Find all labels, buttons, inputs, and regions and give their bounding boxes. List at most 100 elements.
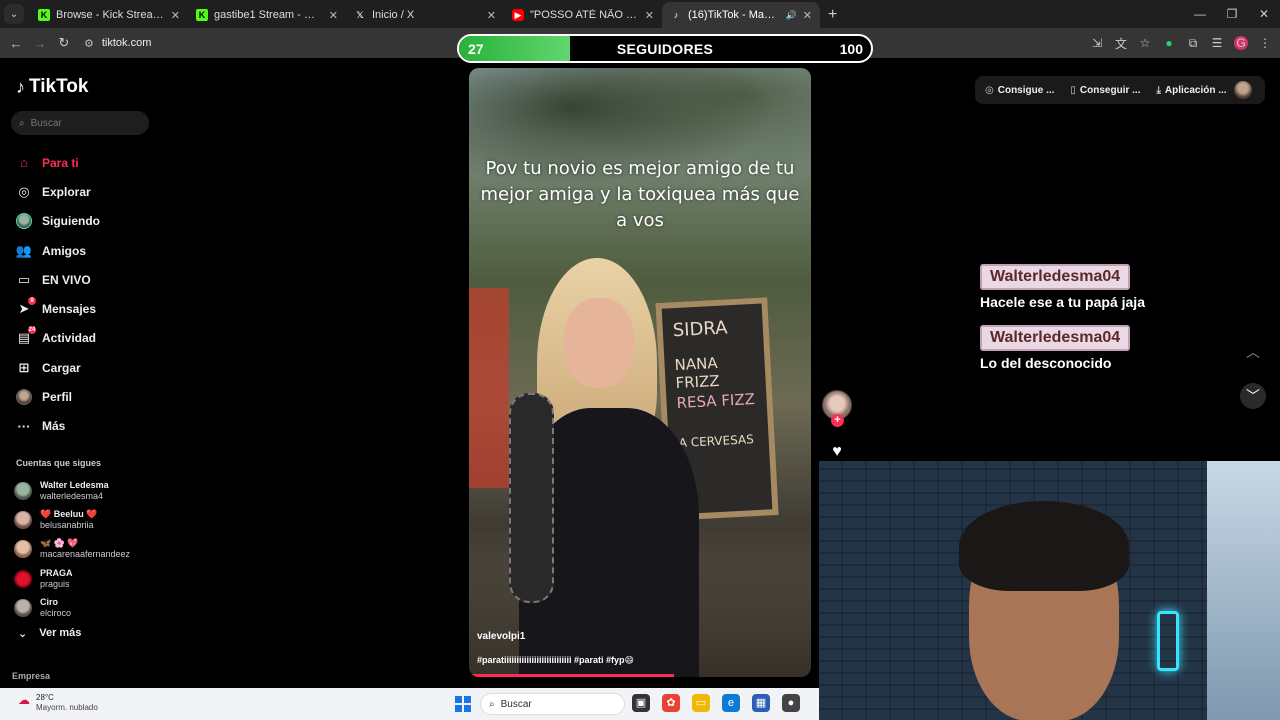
sidebar-item-mensajes[interactable]: ➤ 9 Mensajes: [16, 294, 100, 323]
sidebar-item-mas[interactable]: ··· Más: [16, 412, 100, 441]
sidebar-item-perfil[interactable]: Perfil: [16, 382, 100, 411]
tiktok-logo[interactable]: ♪ TikTok: [16, 76, 88, 98]
user-avatar[interactable]: [1234, 81, 1252, 99]
sidebar-item-siguiendo[interactable]: Siguiendo: [16, 207, 100, 236]
friends-icon: 👥: [15, 242, 33, 258]
windows-taskbar: ☁ 28°C Mayorm. nublado ⌕ Buscar ▣ ✿ ▭ e …: [0, 688, 819, 720]
close-tab-icon[interactable]: ✕: [803, 9, 812, 22]
edge-icon[interactable]: e: [722, 694, 740, 712]
close-tab-icon[interactable]: ✕: [329, 9, 338, 22]
sidebar-item-amigos[interactable]: 👥 Amigos: [16, 236, 100, 265]
live-icon: ▭: [17, 271, 31, 287]
maximize-icon[interactable]: ❐: [1216, 7, 1248, 21]
sidebar-item-cargar[interactable]: ⊞ Cargar: [16, 353, 100, 382]
sidebar-item-para-ti[interactable]: ⌂ Para ti: [16, 148, 100, 177]
avatar: [14, 481, 32, 500]
weather-widget[interactable]: ☁ 28°C Mayorm. nublado: [18, 693, 98, 713]
following-account[interactable]: PRAGA praguis: [14, 564, 130, 593]
follow-plus-icon[interactable]: +: [831, 414, 844, 427]
taskbar-search[interactable]: ⌕ Buscar: [480, 693, 625, 715]
task-view-icon[interactable]: ▣: [632, 694, 650, 712]
nav-label: EN VIVO: [42, 272, 91, 287]
phone-icon: ▯: [1070, 84, 1076, 96]
file-explorer-icon[interactable]: ▭: [692, 694, 710, 712]
close-tab-icon[interactable]: ✕: [171, 9, 180, 22]
pill-label: Consigue ...: [997, 84, 1055, 96]
toolbar-actions: ⇲ 文 ☆ ● ⧉ ☰ G ⋮: [1090, 28, 1272, 58]
sidebar-item-actividad[interactable]: ▤ 24 Actividad: [16, 324, 100, 353]
sidebar-item-en-vivo[interactable]: ▭ EN VIVO: [16, 265, 100, 294]
back-icon[interactable]: ←: [4, 36, 28, 51]
browser-tab[interactable]: 𝕏 Inicio / X ✕: [346, 2, 504, 28]
speaker-icon[interactable]: 🔊: [786, 10, 797, 21]
following-account[interactable]: Ciro elciroco: [14, 593, 130, 622]
weather-temp: 28°C: [36, 693, 54, 702]
nav-label: Explorar: [42, 184, 91, 199]
search-input[interactable]: [30, 117, 131, 129]
messages-badge: 9: [28, 297, 36, 306]
see-more-button[interactable]: ⌄ Ver más: [18, 627, 81, 640]
browser-tab[interactable]: K Browse - Kick Streaming ✕: [30, 2, 188, 28]
chevron-down-icon: ⌄: [18, 628, 28, 640]
new-tab-icon[interactable]: +: [828, 6, 837, 24]
chat-message: Walterledesma04 Lo del desconocido: [980, 325, 1145, 371]
tab-title: "POSSO ATÉ NÃO TE DAR FLOR: [530, 9, 639, 21]
get-coins-button[interactable]: ◎ Consigue ...: [985, 85, 1054, 96]
video-progress-bar[interactable]: [469, 674, 675, 677]
following-account[interactable]: ❤️ Beeluu ❤️ belusanabriia: [14, 505, 130, 534]
previous-video-chevron-up-icon[interactable]: ︿: [1240, 339, 1266, 365]
tiktok-icon: ♪: [16, 76, 25, 97]
bookmark-star-icon[interactable]: ☆: [1138, 36, 1152, 50]
tab-title: (16)TikTok - Make Your Day: [688, 9, 780, 21]
video-player[interactable]: SIDRA NANA FRIZZ RESA FIZZ A CERVESAS Po…: [469, 68, 811, 677]
following-account[interactable]: 🦋 🌸 💖 macarenaafernandeez: [14, 535, 130, 564]
nav-label: Perfil: [42, 390, 73, 405]
menu-kebab-icon[interactable]: ⋮: [1258, 36, 1272, 50]
photos-icon[interactable]: ✿: [662, 694, 680, 712]
download-icon: ⤓: [1156, 84, 1161, 96]
install-app-icon[interactable]: ⇲: [1090, 36, 1104, 50]
store-icon[interactable]: ▦: [752, 694, 770, 712]
extension-icon[interactable]: ●: [1162, 36, 1176, 50]
tab-title: gastibe1 Stream - Watch Live o: [214, 9, 323, 21]
address-bar[interactable]: ⚙ tiktok.com: [84, 32, 344, 54]
translate-icon[interactable]: 文: [1114, 35, 1128, 52]
reload-icon[interactable]: ↻: [52, 35, 76, 51]
browser-tab-active[interactable]: ♪ (16)TikTok - Make Your Day 🔊 ✕: [662, 2, 820, 28]
search-box[interactable]: ⌕: [11, 111, 149, 135]
video-author[interactable]: valevolpi1: [477, 631, 525, 642]
footer-company-link[interactable]: Empresa: [12, 671, 50, 681]
chat-text: Lo del desconocido: [980, 355, 1112, 371]
app-icon[interactable]: ●: [782, 694, 800, 712]
goal-label: SEGUIDORES: [616, 41, 714, 57]
search-icon: ⌕: [489, 698, 495, 710]
following-account[interactable]: Walter Ledesma walterledesma4: [14, 476, 130, 505]
tab-search-icon[interactable]: ⌄: [4, 4, 24, 24]
taskbar-search-label: Buscar: [500, 698, 532, 710]
close-tab-icon[interactable]: ✕: [487, 9, 496, 22]
follower-goal-bar: 27 SEGUIDORES 100: [457, 34, 873, 63]
download-app-button[interactable]: ⤓ Aplicación ...: [1156, 85, 1226, 96]
extensions-puzzle-icon[interactable]: ⧉: [1186, 36, 1200, 51]
next-video-chevron-down-icon[interactable]: ﹀: [1240, 383, 1266, 409]
close-window-icon[interactable]: ✕: [1248, 7, 1280, 21]
minimize-icon[interactable]: —: [1184, 7, 1216, 21]
profile-avatar[interactable]: G: [1234, 36, 1248, 50]
forward-icon[interactable]: →: [28, 36, 52, 51]
site-info-icon[interactable]: ⚙: [84, 37, 94, 50]
account-handle: praguis: [40, 578, 70, 589]
get-app-button[interactable]: ▯ Conseguir ...: [1070, 85, 1140, 96]
video-frame-sign: [469, 288, 509, 488]
account-handle: elciroco: [40, 607, 72, 618]
avatar: [14, 598, 32, 617]
browser-tab[interactable]: K gastibe1 Stream - Watch Live o ✕: [188, 2, 346, 28]
nav-label: Actividad: [42, 331, 97, 346]
upload-icon: ⊞: [18, 359, 30, 375]
browser-tab[interactable]: ▶ "POSSO ATÉ NÃO TE DAR FLOR ✕: [504, 2, 662, 28]
close-tab-icon[interactable]: ✕: [645, 9, 654, 22]
video-hashtags[interactable]: #paratiiiiiiiiiiiiiiiiiiiiiiiiiii #parat…: [477, 655, 634, 666]
sidebar-item-explorar[interactable]: ◎ Explorar: [16, 177, 100, 206]
windows-start-icon[interactable]: [455, 696, 471, 712]
browser-tab-bar: ⌄ K Browse - Kick Streaming ✕ K gastibe1…: [0, 0, 1280, 28]
reading-list-icon[interactable]: ☰: [1210, 36, 1224, 50]
